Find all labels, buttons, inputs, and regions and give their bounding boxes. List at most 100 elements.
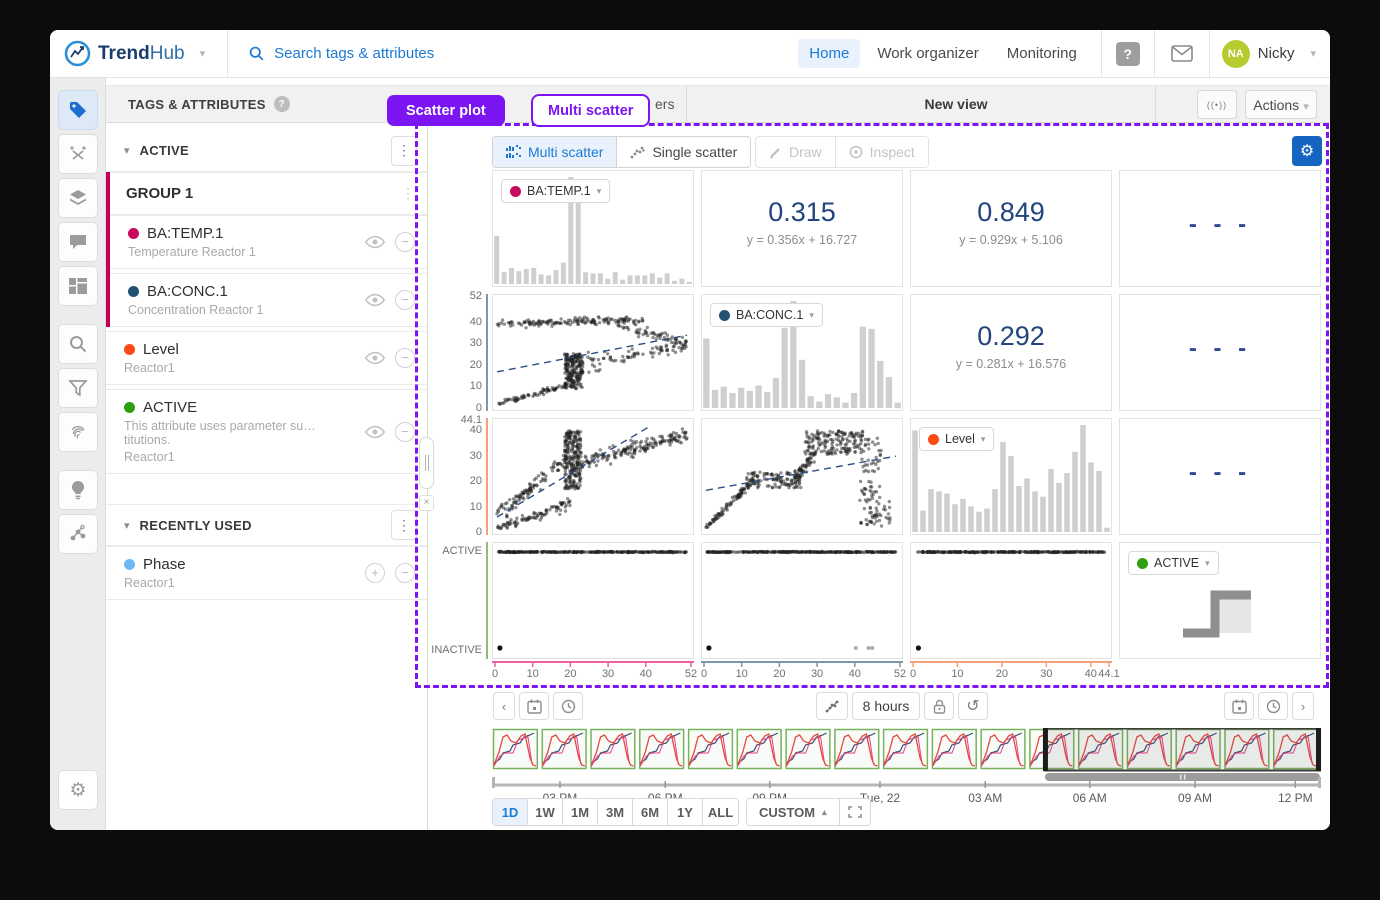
range-1w[interactable]: 1W <box>528 799 563 825</box>
sparkle-x-icon[interactable] <box>58 134 98 174</box>
matrix-cell-scatter[interactable] <box>701 418 903 535</box>
draw-tool[interactable]: Draw <box>756 137 836 167</box>
matrix-cell-hist[interactable]: BA:CONC.1▾ <box>701 294 903 411</box>
calendar-icon[interactable] <box>1224 692 1254 720</box>
plus-circle-icon[interactable]: + <box>365 563 385 583</box>
frame-icon[interactable] <box>840 799 870 825</box>
range-3m[interactable]: 3M <box>598 799 633 825</box>
tab-single-scatter[interactable]: Single scatter <box>617 137 750 167</box>
help-circle-icon[interactable]: ? <box>274 96 290 112</box>
y-axis-row-3: ACTIVEINACTIVE <box>450 542 490 659</box>
tab-partial[interactable]: ers <box>655 96 674 112</box>
matrix-cell-scatter[interactable] <box>492 294 694 411</box>
range-1d[interactable]: 1D <box>493 799 528 825</box>
settings-gear-button[interactable]: ⚙ <box>1292 136 1322 166</box>
minus-circle-icon[interactable]: − <box>395 290 415 310</box>
minus-circle-icon[interactable]: − <box>395 232 415 252</box>
active-view-tab[interactable]: New view <box>876 96 1036 112</box>
eye-icon[interactable] <box>365 293 385 307</box>
prev-arrow-icon[interactable]: ‹ <box>493 692 515 720</box>
variable-selector-chip[interactable]: ACTIVE▾ <box>1128 551 1219 575</box>
divider <box>1155 86 1156 123</box>
eye-icon[interactable] <box>365 425 385 439</box>
tag-description: Temperature Reactor 1 <box>128 245 357 259</box>
minus-circle-icon[interactable]: − <box>395 422 415 442</box>
list-item[interactable]: BA:CONC.1Concentration Reactor 1− <box>110 273 427 327</box>
matrix-cell-scatter[interactable] <box>492 418 694 535</box>
user-menu[interactable]: NA Nicky ▾ <box>1222 40 1316 68</box>
eye-icon[interactable] <box>365 235 385 249</box>
recent-list: PhaseReactor1+− <box>106 546 427 600</box>
comment-icon[interactable] <box>58 222 98 262</box>
duration-label[interactable]: 8 hours <box>852 692 920 720</box>
matrix-cell-dots[interactable] <box>701 542 903 659</box>
variable-selector-chip[interactable]: BA:TEMP.1▾ <box>501 179 610 203</box>
multi-scatter-view: Multi scatter Single scatter Draw Inspec… <box>430 123 1330 830</box>
kebab-menu-icon[interactable]: ⋮ <box>401 185 415 202</box>
chevron-down-icon[interactable]: ▾ <box>200 47 206 60</box>
help-icon[interactable]: ? <box>1116 42 1140 66</box>
broadcast-icon[interactable]: ((•)) <box>1197 90 1237 119</box>
kebab-menu-icon[interactable]: ⋮ <box>391 136 417 166</box>
range-all[interactable]: ALL <box>703 799 738 825</box>
tab-multi-scatter[interactable]: Multi scatter <box>493 137 617 167</box>
annotation-action-button[interactable]: Scatter plot <box>387 95 505 126</box>
list-item[interactable]: ACTIVEThis attribute uses parameter su… … <box>106 389 427 474</box>
minus-circle-icon[interactable]: − <box>395 348 415 368</box>
annotation-target-button[interactable]: Multi scatter <box>531 94 650 127</box>
list-item[interactable]: BA:TEMP.1Temperature Reactor 1− <box>110 215 427 269</box>
inspect-tool[interactable]: Inspect <box>836 137 928 167</box>
scatter-mode-icon[interactable] <box>816 692 848 720</box>
tag-name: Level <box>143 341 179 358</box>
matrix-cell-dots[interactable] <box>910 542 1112 659</box>
clock-icon[interactable] <box>553 692 583 720</box>
nav-monitoring[interactable]: Monitoring <box>996 39 1088 68</box>
variable-selector-chip[interactable]: BA:CONC.1▾ <box>710 303 823 327</box>
timeline-scrollbar[interactable] <box>492 772 1321 789</box>
matrix-cell-hist[interactable]: Level▾ <box>910 418 1112 535</box>
context-trend-strip[interactable] <box>492 728 1321 772</box>
regression-equation: y = 0.281x + 16.576 <box>911 357 1111 371</box>
history-icon[interactable]: ↺ <box>958 692 988 720</box>
custom-range-button[interactable]: CUSTOM▴ <box>747 799 840 825</box>
list-item[interactable]: PhaseReactor1+− <box>106 546 427 600</box>
lock-icon[interactable] <box>924 692 954 720</box>
dashboard-icon[interactable] <box>58 266 98 306</box>
eye-icon[interactable] <box>365 351 385 365</box>
fingerprint-icon[interactable] <box>58 412 98 452</box>
close-icon[interactable]: × <box>419 495 434 511</box>
search-icon[interactable] <box>58 324 98 364</box>
section-active[interactable]: ▾ ACTIVE ⋮ <box>106 130 427 172</box>
panel-resize-handle[interactable] <box>419 437 434 489</box>
matrix-cell-dots[interactable] <box>492 542 694 659</box>
matrix-cell-hist[interactable]: BA:TEMP.1▾ <box>492 170 694 287</box>
next-arrow-icon[interactable]: › <box>1292 692 1314 720</box>
bulb-icon[interactable] <box>58 470 98 510</box>
filter-icon[interactable] <box>58 368 98 408</box>
tag-name: BA:CONC.1 <box>147 283 228 300</box>
graph-icon[interactable] <box>58 514 98 554</box>
clock-icon[interactable] <box>1258 692 1288 720</box>
range-6m[interactable]: 6M <box>633 799 668 825</box>
variable-selector-chip[interactable]: Level▾ <box>919 427 994 451</box>
actions-button[interactable]: Actions▾ <box>1245 90 1317 119</box>
range-1m[interactable]: 1M <box>563 799 598 825</box>
layers-icon[interactable] <box>58 178 98 218</box>
nav-home[interactable]: Home <box>798 39 860 68</box>
calendar-icon[interactable] <box>519 692 549 720</box>
group-header[interactable]: GROUP 1⋮ <box>110 172 427 215</box>
kebab-menu-icon[interactable]: ⋮ <box>391 510 417 540</box>
time-tick-label: 06 AM <box>1073 791 1107 805</box>
list-item[interactable]: LevelReactor1− <box>106 331 427 385</box>
range-1y[interactable]: 1Y <box>668 799 703 825</box>
tag-icon[interactable] <box>58 90 98 130</box>
section-recently-used[interactable]: ▾ RECENTLY USED ⋮ <box>106 504 427 546</box>
nav-work-organizer[interactable]: Work organizer <box>866 39 989 68</box>
matrix-cell-step[interactable]: ACTIVE▾ <box>1119 542 1321 659</box>
time-tick-label: 03 AM <box>968 791 1002 805</box>
search-input[interactable]: Search tags & attributes <box>228 45 434 62</box>
minus-circle-icon[interactable]: − <box>395 563 415 583</box>
gear-icon[interactable]: ⚙ <box>58 770 98 810</box>
mail-icon[interactable] <box>1171 45 1193 62</box>
trendhub-logo[interactable]: TrendHub ▾ <box>50 40 205 67</box>
